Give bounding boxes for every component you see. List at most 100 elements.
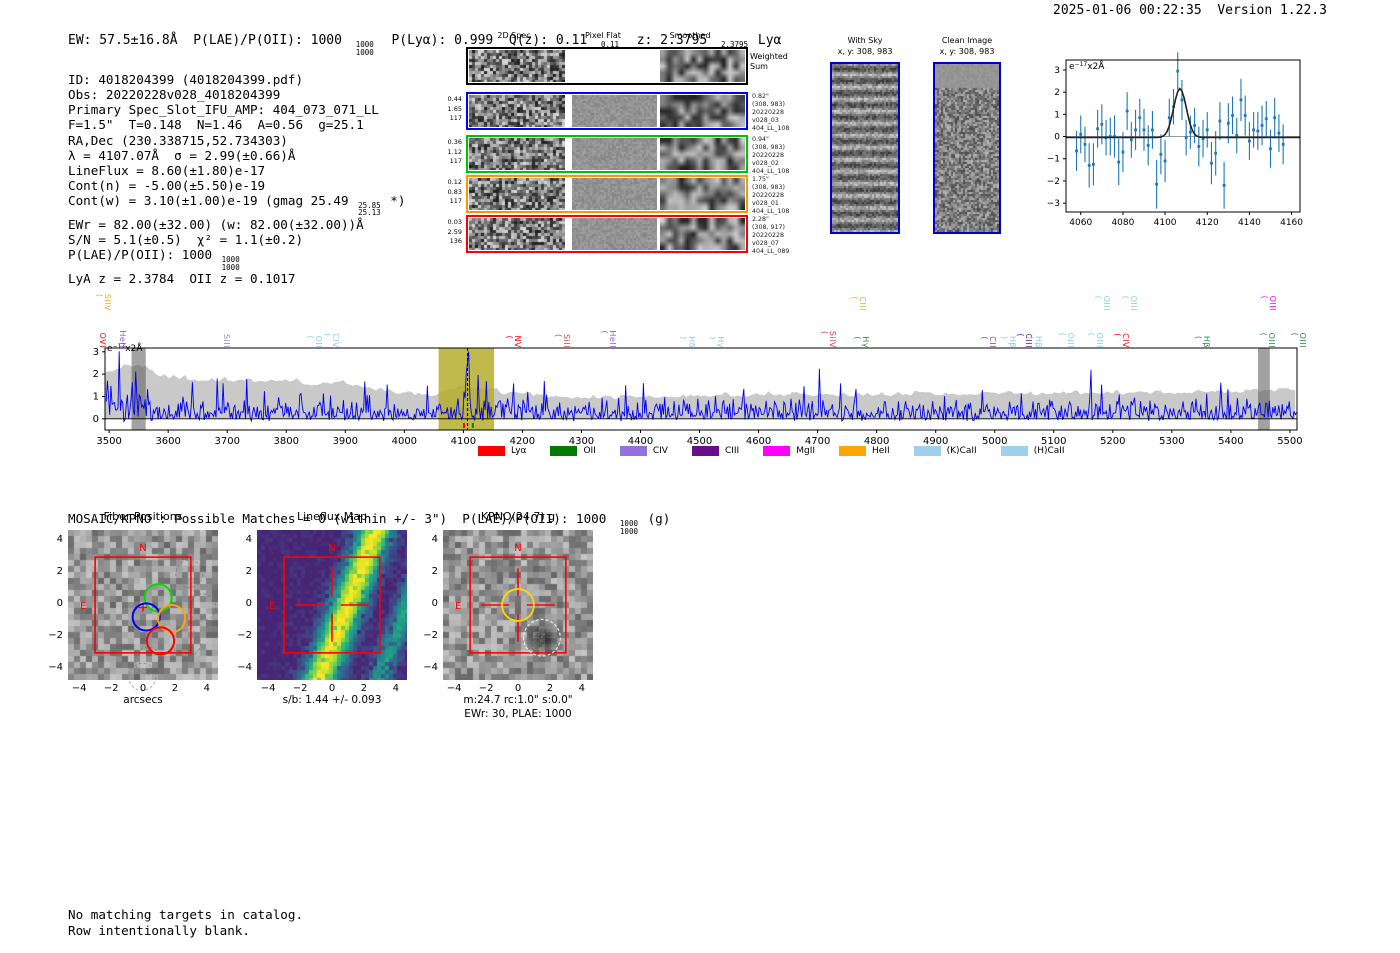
spec2d-image bbox=[469, 218, 565, 250]
emission-line-label: OIII ( bbox=[1121, 295, 1138, 311]
svg-text:N: N bbox=[514, 543, 521, 554]
legend-swatch bbox=[619, 446, 647, 456]
svg-text:4140: 4140 bbox=[1238, 218, 1261, 228]
spec2d-row-weighted bbox=[466, 47, 748, 85]
panel-xlabel: s/b: 1.44 +/- 0.093 bbox=[282, 694, 382, 706]
smoothed-image bbox=[660, 138, 745, 170]
panel-title: KPNO(24.7) g bbox=[480, 510, 556, 523]
axis-tick-label: 4 bbox=[56, 534, 63, 546]
emission-line-label: SiIV ( bbox=[820, 330, 837, 348]
info-line: F=1.5" T=0.148 N=1.46 A=0.56 g=25.1 bbox=[68, 117, 364, 133]
svg-text:E: E bbox=[455, 601, 461, 612]
emission-line-label: OIII ( bbox=[1087, 332, 1104, 348]
legend-item: Lyα bbox=[478, 446, 526, 456]
kpno-overlay: NE bbox=[455, 543, 567, 657]
info-line: Cont(n) = -5.00(±5.50)e-19 bbox=[68, 177, 266, 193]
axis-tick-label: 2 bbox=[245, 566, 252, 578]
svg-text:5200: 5200 bbox=[1100, 436, 1125, 447]
emission-line-label: NV ( bbox=[505, 335, 522, 348]
svg-text:5300: 5300 bbox=[1159, 436, 1184, 447]
svg-text:2: 2 bbox=[93, 369, 99, 380]
col-header-smoothed: Smoothed bbox=[669, 31, 711, 40]
footer-line: Row intentionally blank. bbox=[68, 922, 250, 938]
sky-cutout bbox=[832, 64, 898, 232]
axis-tick-label: −2 bbox=[292, 683, 308, 694]
emission-line-label: OIII ( bbox=[1058, 332, 1075, 348]
legend-item: (K)CaII bbox=[913, 446, 977, 456]
pixel-flat-image bbox=[572, 178, 657, 210]
svg-text:−3: −3 bbox=[1047, 199, 1060, 209]
legend-swatch bbox=[691, 446, 719, 456]
weighted-sum-label: Weighted Sum bbox=[750, 52, 788, 71]
axis-tick-label: 0 bbox=[56, 598, 63, 609]
emission-line-label: HeII bbox=[118, 330, 127, 348]
axis-tick-label: −4 bbox=[260, 683, 276, 694]
legend-label: HeII bbox=[872, 446, 890, 456]
legend-item: (H)CaII bbox=[1000, 446, 1065, 456]
legend-label: (H)CaII bbox=[1033, 446, 1065, 456]
stacked-fraction: 1000 1000 bbox=[619, 519, 638, 536]
fiber-weight-labels: 0.12 0.83 117 bbox=[447, 178, 462, 206]
axis-tick-label: −2 bbox=[423, 629, 438, 641]
emission-line-label: OII ( bbox=[306, 335, 323, 348]
info-line: Primary Spec_Slot_IFU_AMP: 404_073_071_L… bbox=[68, 102, 379, 118]
emission-line-label: OIII ( bbox=[1260, 295, 1277, 311]
emission-line-label: HeII ( bbox=[600, 330, 617, 348]
emission-line-label: OIII ( bbox=[1094, 295, 1111, 311]
svg-text:1: 1 bbox=[93, 391, 99, 402]
svg-text:3900: 3900 bbox=[333, 436, 358, 447]
spec2d-image bbox=[469, 178, 565, 210]
axis-tick-label: 2 bbox=[431, 566, 438, 578]
svg-text:5400: 5400 bbox=[1218, 436, 1243, 447]
fiber-positions-panel: Fiber Positions NE arcsecs −4 −4 −2 −2 0 0 2 2 4… bbox=[48, 510, 218, 706]
svg-text:−2: −2 bbox=[1047, 177, 1060, 187]
emission-line-label: CII ( bbox=[980, 336, 997, 348]
col-header-2dspec: 2D Spec bbox=[497, 31, 531, 40]
fiber-positions-overlay: NE bbox=[80, 543, 217, 691]
timestamp-version: 2025-01-06 00:22:35 Version 1.22.3 bbox=[1053, 3, 1327, 18]
svg-text:3700: 3700 bbox=[214, 436, 239, 447]
axis-tick-label: −4 bbox=[71, 683, 87, 694]
pixel-flat-image bbox=[572, 218, 657, 250]
svg-text:3600: 3600 bbox=[155, 436, 180, 447]
emission-line-label: OVI bbox=[98, 332, 107, 349]
with-sky-image bbox=[830, 62, 900, 234]
smoothed-image bbox=[660, 95, 745, 127]
legend-item: CIV bbox=[619, 446, 668, 456]
with-sky-header: With Sky x, y: 308, 983 bbox=[837, 36, 893, 56]
smoothed-image bbox=[660, 218, 745, 250]
clean-cutout bbox=[935, 64, 999, 232]
axis-tick-label: 4 bbox=[392, 683, 400, 694]
svg-text:4080: 4080 bbox=[1111, 218, 1134, 228]
svg-text:N: N bbox=[139, 543, 146, 554]
svg-text:4000: 4000 bbox=[392, 436, 417, 447]
axis-tick-label: 0 bbox=[139, 683, 147, 694]
svg-text:3800: 3800 bbox=[274, 436, 299, 447]
info-line: LineFlux = 8.60(±1.80)e-17 bbox=[68, 162, 266, 178]
emission-line-label: CIV ( bbox=[1113, 333, 1130, 348]
spec2d-row-2 bbox=[466, 135, 748, 173]
svg-text:4100: 4100 bbox=[1154, 218, 1177, 228]
legend-swatch bbox=[913, 446, 941, 456]
emission-line-label: Hγ ) bbox=[708, 336, 725, 348]
info-line: λ = 4107.07Å σ = 2.99(±0.66)Å bbox=[68, 147, 296, 163]
panel-title: Lineflux Map bbox=[296, 510, 368, 523]
info-line: RA,Dec (230.338715,52.734303) bbox=[68, 132, 288, 148]
fiber-meta-labels: 1.75" (308, 983) 20220228 v028_01 404_LL… bbox=[752, 176, 790, 215]
fiber-weight-labels: 0.44 1.65 117 bbox=[447, 95, 462, 123]
info-line: LyA z = 2.3784 OII z = 0.1017 bbox=[68, 271, 296, 287]
legend-label: Lyα bbox=[511, 446, 527, 456]
detection-info: ID: 4018204399 (4018204399.pdf) Obs: 2022… bbox=[68, 42, 405, 286]
legend-swatch bbox=[478, 446, 505, 456]
spec2d-image bbox=[469, 50, 565, 82]
smoothed-image bbox=[660, 50, 745, 82]
spec2d-row-3 bbox=[466, 175, 748, 213]
axis-tick-label: −2 bbox=[237, 629, 252, 641]
emission-line-label: Hβ ) bbox=[1000, 335, 1017, 348]
info-line: S/N = 5.1(±0.5) χ² = 1.1(±0.2) bbox=[68, 232, 304, 248]
axis-tick-label: 2 bbox=[360, 683, 368, 694]
fiber-meta-labels: 0.82" (308, 983) 20220228 v028_03 404_LL… bbox=[752, 93, 790, 132]
footer-notes: No matching targets in catalog. Row inten… bbox=[68, 877, 303, 938]
legend-label: MgII bbox=[796, 446, 816, 456]
panel-xlabel-2: EWr: 30, PLAE: 1000 bbox=[464, 708, 572, 720]
